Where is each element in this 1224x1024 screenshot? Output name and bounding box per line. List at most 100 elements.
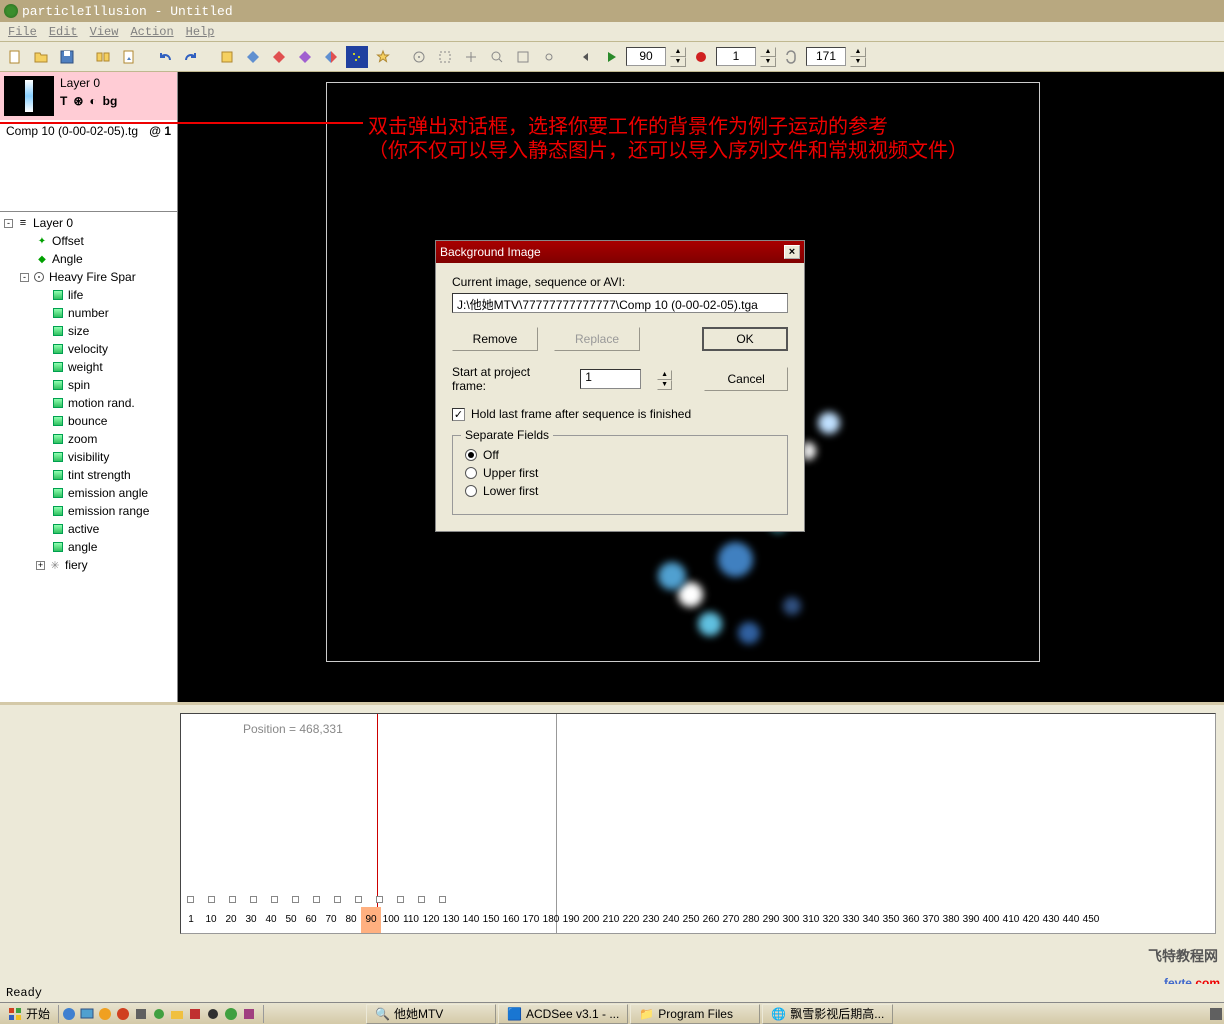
radio-lower[interactable]: Lower first xyxy=(465,484,775,498)
app-search-icon: 🔍 xyxy=(375,1007,390,1021)
menu-file[interactable]: File xyxy=(8,25,37,39)
current-frame-field[interactable]: 90 xyxy=(626,47,666,66)
keyframes[interactable] xyxy=(187,896,446,903)
end-frame-field[interactable]: 171 xyxy=(806,47,846,66)
path-field[interactable]: J:\他她MTV\77777777777777\Comp 10 (0-00-02… xyxy=(452,293,788,313)
tree-weight[interactable]: weight xyxy=(0,358,177,376)
tray-pi-icon[interactable] xyxy=(223,1006,239,1022)
close-icon[interactable]: × xyxy=(784,245,800,259)
ok-button[interactable]: OK xyxy=(702,327,788,351)
grid-icon[interactable] xyxy=(460,46,482,68)
tray-desktop-icon[interactable] xyxy=(79,1006,95,1022)
tree-active[interactable]: active xyxy=(0,520,177,538)
library-icon[interactable] xyxy=(92,46,114,68)
timeline: Position = 468,331 110203040506070809010… xyxy=(0,702,1224,942)
end-spinner[interactable]: ▲▼ xyxy=(850,47,866,66)
frame-spinner[interactable]: ▲▼ xyxy=(670,47,686,66)
start-frame-spinner[interactable]: ▲▼ xyxy=(657,370,673,389)
menu-bar: File Edit View Action Help xyxy=(0,22,1224,42)
remove-button[interactable]: Remove xyxy=(452,327,538,351)
app-folder-icon: 📁 xyxy=(639,1007,654,1021)
tray-qq-icon[interactable] xyxy=(205,1006,221,1022)
tray-last-icon[interactable] xyxy=(241,1006,257,1022)
redo-icon[interactable] xyxy=(180,46,202,68)
tree-size[interactable]: size xyxy=(0,322,177,340)
tree-tint[interactable]: tint strength xyxy=(0,466,177,484)
tray-ie-icon[interactable] xyxy=(61,1006,77,1022)
loop-icon[interactable] xyxy=(780,46,802,68)
particle-active-icon[interactable] xyxy=(346,46,368,68)
task-item-1[interactable]: 🔍他她MTV xyxy=(366,1004,496,1024)
layer-visible-icon[interactable]: ◐ xyxy=(89,94,96,108)
import-icon[interactable] xyxy=(118,46,140,68)
menu-help[interactable]: Help xyxy=(186,25,215,39)
task-item-2[interactable]: 🟦ACDSee v3.1 - ... xyxy=(498,1004,628,1024)
tree-em-range[interactable]: emission range xyxy=(0,502,177,520)
task-item-4[interactable]: 🌐飘雪影视后期高... xyxy=(762,1004,893,1024)
tray-sound-icon[interactable] xyxy=(97,1006,113,1022)
tray-end-icon[interactable] xyxy=(1208,1006,1224,1022)
tree-spin[interactable]: spin xyxy=(0,376,177,394)
layer-target-icon[interactable]: ⊛ xyxy=(73,94,83,108)
tree-visibility[interactable]: visibility xyxy=(0,448,177,466)
tray-media-icon[interactable] xyxy=(115,1006,131,1022)
tree-emitter[interactable]: -Heavy Fire Spar xyxy=(0,268,177,286)
new-icon[interactable] xyxy=(4,46,26,68)
tree-angle[interactable]: ◆Angle xyxy=(0,250,177,268)
tree-motion[interactable]: motion rand. xyxy=(0,394,177,412)
tree-velocity[interactable]: velocity xyxy=(0,340,177,358)
start-spinner[interactable]: ▲▼ xyxy=(760,47,776,66)
task-item-3[interactable]: 📁Program Files xyxy=(630,1004,760,1024)
tree-root[interactable]: -≡Layer 0 xyxy=(0,214,177,232)
zoom-icon[interactable] xyxy=(486,46,508,68)
cancel-button[interactable]: Cancel xyxy=(704,367,788,391)
tree-bounce[interactable]: bounce xyxy=(0,412,177,430)
timeline-ruler[interactable]: 1102030405060708090100110120130140150160… xyxy=(181,907,1215,933)
radio-upper[interactable]: Upper first xyxy=(465,466,775,480)
radio-off[interactable]: Off xyxy=(465,448,775,462)
menu-view[interactable]: View xyxy=(90,25,119,39)
start-button[interactable]: 开始 xyxy=(2,1005,56,1022)
selection-icon[interactable] xyxy=(434,46,456,68)
tray-folder-icon[interactable] xyxy=(169,1006,185,1022)
play-icon[interactable] xyxy=(600,46,622,68)
layer-row[interactable]: Layer 0 T ⊛ ◐ bg xyxy=(0,72,177,120)
toolbar: 90 ▲▼ 1 ▲▼ 171 ▲▼ xyxy=(0,42,1224,72)
tray-green-icon[interactable] xyxy=(151,1006,167,1022)
start-frame-input[interactable]: 1 xyxy=(580,369,641,389)
layer-purple-icon[interactable] xyxy=(294,46,316,68)
tree-fiery[interactable]: +✳fiery xyxy=(0,556,177,574)
layer-text-icon[interactable]: T xyxy=(60,94,67,108)
particle xyxy=(783,597,801,615)
link-icon[interactable] xyxy=(538,46,560,68)
record-icon[interactable] xyxy=(690,46,712,68)
tree-em-angle[interactable]: emission angle xyxy=(0,484,177,502)
layer-split-icon[interactable] xyxy=(320,46,342,68)
tree-zoom[interactable]: zoom xyxy=(0,430,177,448)
tree-angle2[interactable]: angle xyxy=(0,538,177,556)
tree-offset[interactable]: ✦Offset xyxy=(0,232,177,250)
tray-red2-icon[interactable] xyxy=(187,1006,203,1022)
dialog-title: Background Image xyxy=(440,245,541,259)
target-icon[interactable] xyxy=(408,46,430,68)
undo-icon[interactable] xyxy=(154,46,176,68)
tree-number[interactable]: number xyxy=(0,304,177,322)
layer-bg-icon[interactable]: bg xyxy=(103,94,118,108)
layer-new-icon[interactable] xyxy=(216,46,238,68)
fit-icon[interactable] xyxy=(512,46,534,68)
menu-edit[interactable]: Edit xyxy=(49,25,78,39)
hold-last-checkbox[interactable]: ✓ Hold last frame after sequence is fini… xyxy=(452,407,788,421)
dialog-titlebar[interactable]: Background Image × xyxy=(436,241,804,263)
layer-red-icon[interactable] xyxy=(268,46,290,68)
save-icon[interactable] xyxy=(56,46,78,68)
star-icon[interactable] xyxy=(372,46,394,68)
timeline-graph[interactable]: Position = 468,331 110203040506070809010… xyxy=(180,713,1216,934)
open-icon[interactable] xyxy=(30,46,52,68)
tray-icon[interactable] xyxy=(133,1006,149,1022)
tree-life[interactable]: life xyxy=(0,286,177,304)
goto-start-icon[interactable] xyxy=(574,46,596,68)
menu-action[interactable]: Action xyxy=(130,25,173,39)
layer-blue-icon[interactable] xyxy=(242,46,264,68)
start-frame-field[interactable]: 1 xyxy=(716,47,756,66)
replace-button[interactable]: Replace xyxy=(554,327,640,351)
